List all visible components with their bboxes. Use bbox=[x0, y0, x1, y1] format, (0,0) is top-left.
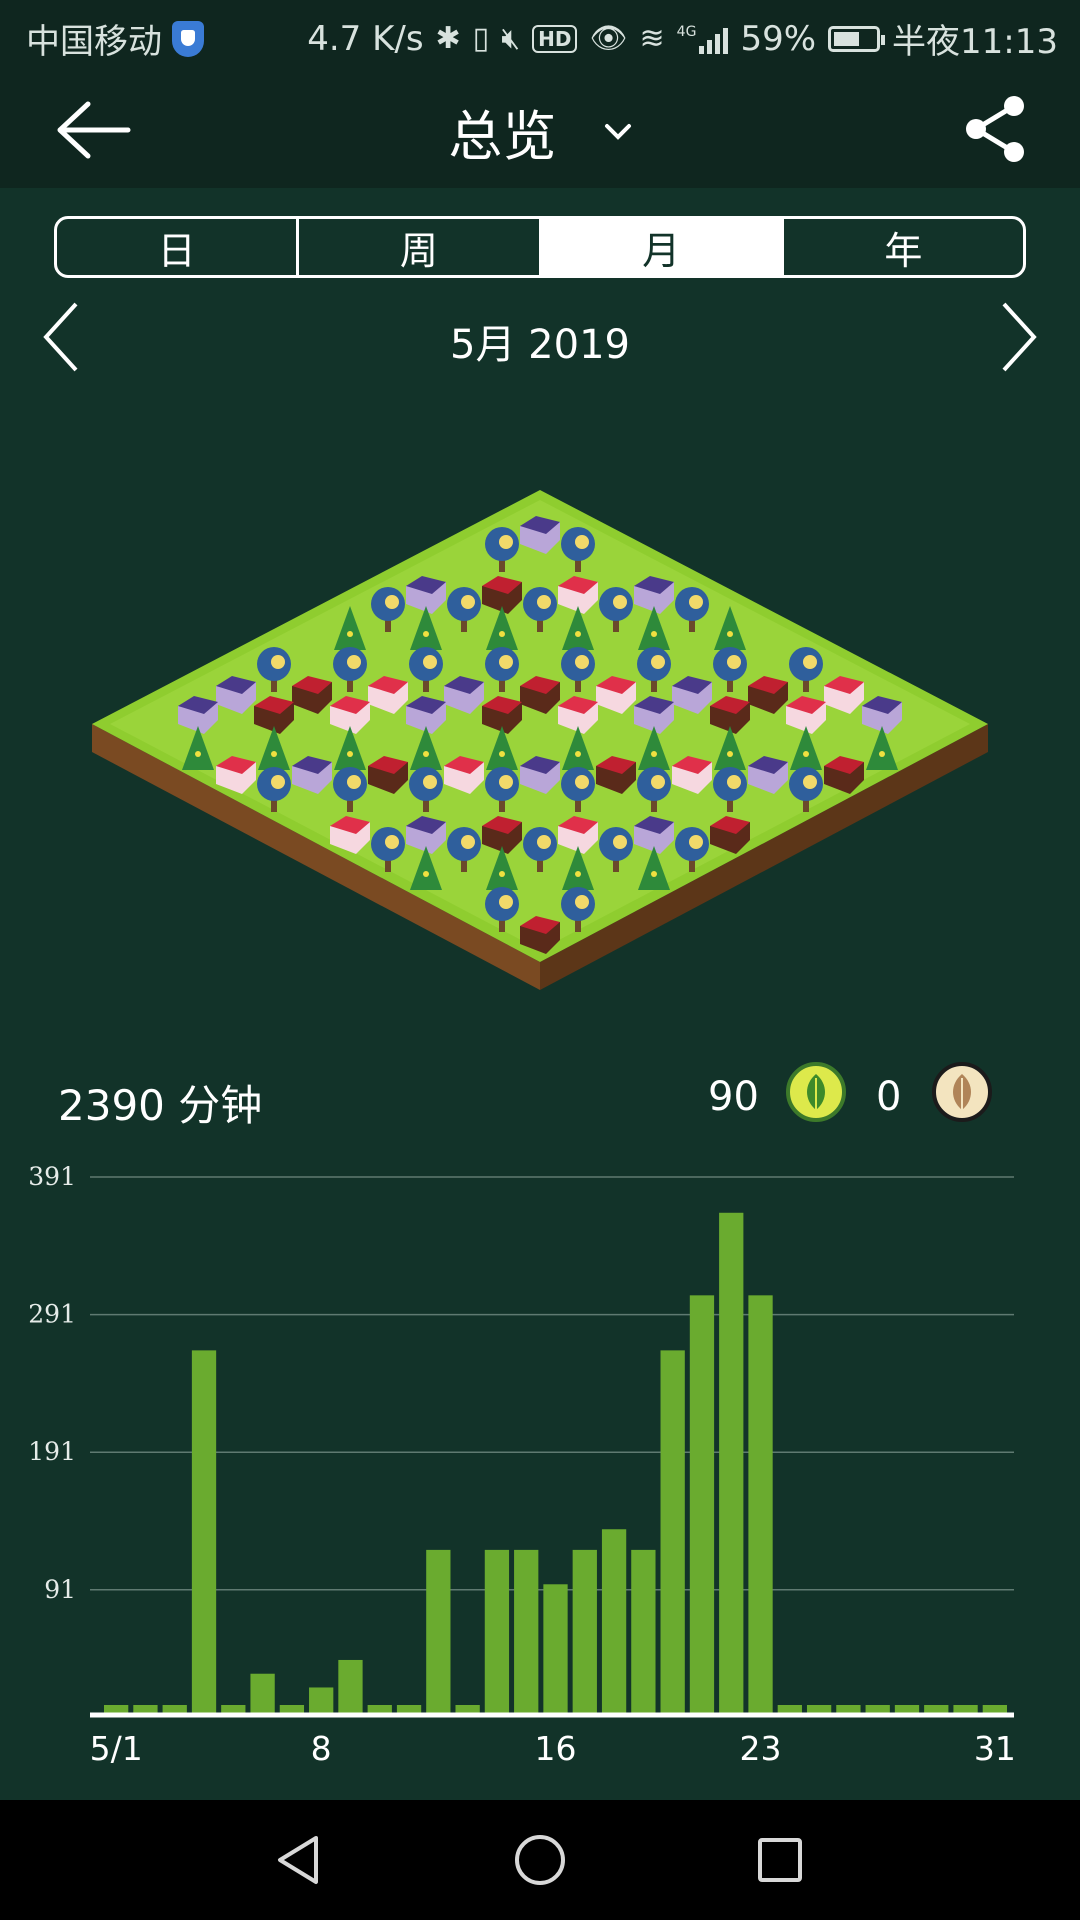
chart-bar bbox=[250, 1673, 275, 1715]
chart-bar bbox=[719, 1212, 744, 1715]
chart-bars bbox=[104, 1212, 1007, 1715]
hd-icon: HD bbox=[532, 24, 578, 53]
mute-icon: 🔇︎ bbox=[501, 21, 521, 56]
app-bar: 总览 bbox=[0, 72, 1080, 188]
x-tick-label: 8 bbox=[311, 1729, 332, 1768]
tab-year[interactable]: 年 bbox=[784, 219, 1023, 275]
chart-bar bbox=[426, 1549, 451, 1715]
stats-row: 2390 分钟 90 0 bbox=[0, 1060, 1080, 1140]
chart-grid: 91 191 291 391 bbox=[28, 1162, 1014, 1604]
x-tick-label: 16 bbox=[535, 1729, 577, 1768]
date-label: 5月 2019 bbox=[450, 322, 630, 368]
chart-x-labels: 5/1 8 16 23 31 bbox=[90, 1729, 1016, 1768]
chart-bar bbox=[660, 1350, 685, 1715]
x-tick-label: 23 bbox=[740, 1729, 782, 1768]
chart-bar bbox=[689, 1295, 715, 1715]
system-nav-bar bbox=[0, 1800, 1080, 1920]
y-tick-label: 191 bbox=[28, 1437, 76, 1466]
network-speed: 4.7 K/s bbox=[307, 18, 424, 59]
chevron-right-icon[interactable] bbox=[980, 300, 1040, 374]
x-tick-label: 5/1 bbox=[90, 1729, 143, 1768]
clock: 半夜11:13 bbox=[892, 22, 1058, 62]
battery-icon bbox=[828, 25, 886, 52]
period-tabs: 日 周 月 年 bbox=[54, 216, 1026, 278]
status-left: 中国移动 bbox=[26, 14, 204, 63]
title-dropdown[interactable]: 总览 bbox=[0, 92, 1080, 171]
chart-bar bbox=[631, 1549, 656, 1715]
wifi-icon: ≋ bbox=[639, 21, 665, 56]
status-bar: 中国移动 4.7 K/s ✱ ▯ 🔇︎ HD 👁︎ ≋ 4G 59% 半夜11:… bbox=[0, 0, 1080, 72]
signal-icon: 4G bbox=[677, 24, 729, 54]
chart-bar bbox=[543, 1584, 568, 1715]
grass-inner bbox=[110, 500, 970, 950]
network-type: 4G bbox=[676, 23, 697, 40]
dead-tree-count: 0 bbox=[876, 1074, 902, 1120]
home-circle-icon[interactable] bbox=[510, 1830, 570, 1890]
withered-leaf-icon bbox=[932, 1062, 992, 1122]
y-tick-label: 291 bbox=[28, 1300, 76, 1329]
chart-bar bbox=[514, 1549, 539, 1715]
recents-square-icon[interactable] bbox=[750, 1830, 810, 1890]
page-title: 总览 bbox=[448, 105, 557, 168]
tab-day[interactable]: 日 bbox=[57, 219, 300, 275]
date-navigator: 5月 2019 bbox=[0, 300, 1080, 380]
bluetooth-icon: ✱ bbox=[435, 21, 461, 56]
tab-month[interactable]: 月 bbox=[541, 219, 784, 275]
total-minutes: 2390 分钟 bbox=[58, 1081, 263, 1130]
status-right: 4.7 K/s ✱ ▯ 🔇︎ HD 👁︎ ≋ 4G 59% 半夜11:13 bbox=[307, 14, 1058, 63]
chart-bar bbox=[309, 1687, 334, 1715]
vibrate-icon: ▯ bbox=[472, 21, 490, 56]
chart-bar bbox=[484, 1549, 510, 1715]
carrier-label: 中国移动 bbox=[26, 22, 162, 62]
share-icon[interactable] bbox=[960, 94, 1030, 164]
alive-tree-count: 90 bbox=[708, 1074, 759, 1120]
back-triangle-icon[interactable] bbox=[270, 1830, 330, 1890]
tab-week[interactable]: 周 bbox=[299, 219, 542, 275]
y-tick-label: 91 bbox=[44, 1575, 76, 1604]
y-tick-label: 391 bbox=[28, 1162, 76, 1191]
chart-bar bbox=[572, 1549, 597, 1715]
chart-bar bbox=[601, 1529, 627, 1715]
chart-bar bbox=[191, 1350, 217, 1715]
battery-percent: 59% bbox=[740, 18, 817, 59]
chevron-down-icon bbox=[604, 114, 632, 149]
daily-focus-chart: 91 191 291 391 5/1 8 16 23 31 bbox=[28, 1162, 1016, 1768]
x-tick-label: 31 bbox=[974, 1729, 1016, 1768]
eye-icon: 👁︎ bbox=[589, 21, 628, 56]
chart-bar bbox=[748, 1295, 773, 1715]
forest-illustration bbox=[92, 490, 988, 990]
chart-bar bbox=[338, 1659, 363, 1715]
healthy-leaf-icon bbox=[786, 1062, 846, 1122]
shield-icon bbox=[172, 20, 204, 57]
